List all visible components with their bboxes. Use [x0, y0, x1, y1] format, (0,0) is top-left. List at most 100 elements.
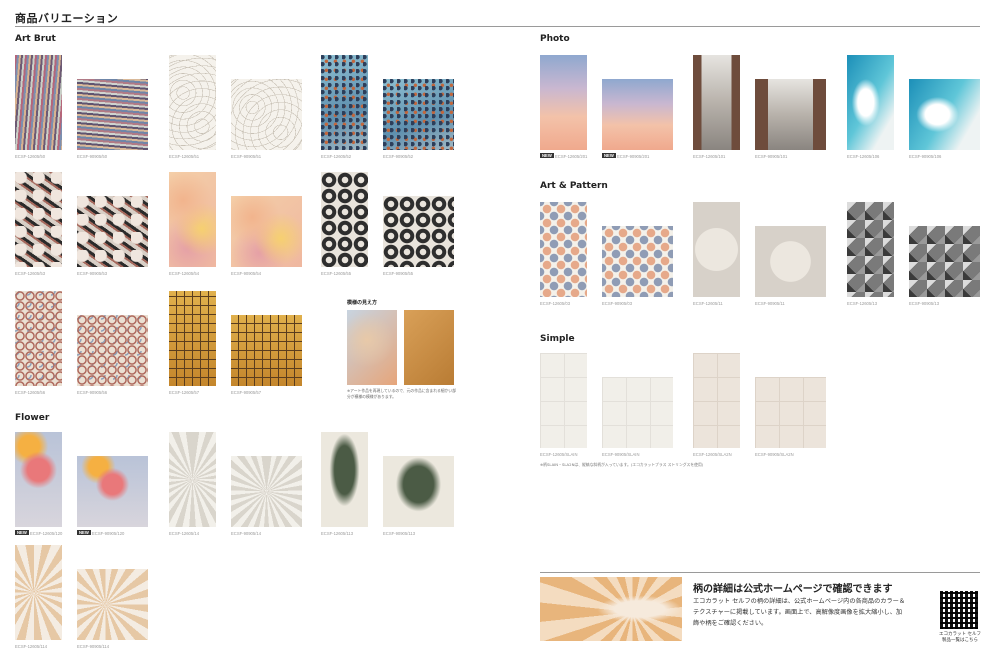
swatch-square[interactable] [383, 456, 454, 527]
simple-note: ※柄SLAIN・SLA2Nは、縦縞な斜柄が入っています。(エコカラットプラス ス… [540, 462, 704, 467]
swatch-square[interactable] [77, 196, 148, 267]
product-code: ECSF-12605/201 [555, 154, 588, 159]
swatch-tall[interactable] [847, 202, 894, 297]
new-badge: NEW [540, 153, 554, 158]
title-divider [15, 26, 980, 27]
swatch-tall[interactable] [169, 291, 216, 386]
swatch-square[interactable] [602, 226, 673, 297]
product-code: ECSF-90905/113 [383, 531, 416, 536]
product-code: ECSF-12605/51 [169, 154, 200, 159]
product-code: ECSF-12605/50 [15, 154, 46, 159]
product-code: ECSF-12605/106 [847, 154, 880, 159]
swatch-square[interactable] [602, 377, 673, 448]
swatch-square[interactable] [383, 196, 454, 267]
swatch-square[interactable] [383, 79, 454, 150]
qr-caption: エコカラット セルフ 製品一覧はこちら [934, 632, 986, 644]
product-code: ECSF-90905/50 [77, 154, 108, 159]
product-code: ECSF-12605/SLA2N [693, 452, 732, 457]
section-title-art-brut: Art Brut [15, 34, 56, 44]
swatch-square[interactable] [755, 226, 826, 297]
product-code: ECSF-12605/14 [169, 531, 200, 536]
swatch-tall[interactable] [540, 55, 587, 150]
note-text: ※アート作品を再現しているので、元の作品に含まれる細かい部分が模様の模様がありま… [347, 388, 456, 399]
product-code: ECSF-12605/52 [321, 154, 352, 159]
swatch-tall[interactable] [15, 172, 62, 267]
new-badge: NEW [602, 153, 616, 158]
swatch-square[interactable] [231, 79, 302, 150]
note-sample-image [404, 310, 454, 385]
section-title-photo: Photo [540, 34, 570, 44]
cta-divider [540, 572, 980, 573]
product-code: ECSF-12605/53 [15, 271, 46, 276]
product-code: ECSF-12605/114 [15, 644, 48, 649]
swatch-tall[interactable] [169, 172, 216, 267]
product-code: ECSF-90905/106 [909, 154, 942, 159]
swatch-tall[interactable] [321, 172, 368, 267]
product-code: ECSF-90905/52 [383, 154, 414, 159]
product-code: ECSF-12605/113 [321, 531, 354, 536]
swatch-tall[interactable] [540, 353, 587, 448]
product-code: ECSF-90905/51 [231, 154, 262, 159]
qr-caption-line: 製品一覧はこちら [942, 638, 978, 643]
swatch-tall[interactable] [15, 545, 62, 640]
product-code: ECSF-90905/14 [231, 531, 262, 536]
swatch-square[interactable] [77, 456, 148, 527]
swatch-square[interactable] [77, 315, 148, 386]
swatch-tall[interactable] [321, 432, 368, 527]
swatch-square[interactable] [909, 226, 980, 297]
product-code: ECSF-90905/SLA2N [755, 452, 794, 457]
swatch-square[interactable] [602, 79, 673, 150]
product-code: ECSF-12605/57 [169, 390, 200, 395]
cta-body: エコカラット セルフの柄の詳細は、公式ホームページ内の各商品のカラー＆テクスチャ… [693, 598, 906, 627]
swatch-square[interactable] [755, 79, 826, 150]
page-title: 商品バリエーション [15, 12, 119, 25]
note-sample-image [347, 310, 397, 385]
swatch-square[interactable] [231, 456, 302, 527]
swatch-square[interactable] [231, 315, 302, 386]
product-code: ECSF-12605/SLAIN [540, 452, 578, 457]
product-code: ECSF-90905/55 [383, 271, 414, 276]
swatch-tall[interactable] [15, 291, 62, 386]
product-code: ECSF-12605/56 [15, 390, 46, 395]
section-title-simple: Simple [540, 334, 575, 344]
product-code: ECSF-12605/101 [693, 154, 726, 159]
product-code: ECSF-90905/13 [909, 301, 940, 306]
product-code: ECSF-90905/201 [617, 154, 650, 159]
product-code: ECSF-12605/54 [169, 271, 200, 276]
product-code: ECSF-12605/120 [30, 531, 63, 536]
product-code: ECSF-90905/101 [755, 154, 788, 159]
product-code: ECSF-12605/55 [321, 271, 352, 276]
new-badge: NEW [77, 530, 91, 535]
note-title: 模様の見え方 [347, 300, 378, 306]
cta-image [540, 577, 682, 641]
swatch-tall[interactable] [540, 202, 587, 297]
swatch-square[interactable] [755, 377, 826, 448]
product-code: ECSF-90905/SLAIN [602, 452, 640, 457]
swatch-tall[interactable] [847, 55, 894, 150]
product-code: ECSF-90905/11 [755, 301, 785, 306]
swatch-tall[interactable] [693, 55, 740, 150]
product-code: ECSF-90905/53 [77, 271, 108, 276]
swatch-tall[interactable] [169, 432, 216, 527]
new-badge: NEW [15, 530, 29, 535]
product-code: ECSF-90905/56 [77, 390, 108, 395]
product-code: ECSF-90905/54 [231, 271, 262, 276]
swatch-tall[interactable] [693, 202, 740, 297]
swatch-tall[interactable] [15, 55, 62, 150]
cta-title: 柄の詳細は公式ホームページで確認できます [693, 584, 893, 595]
section-title-art-pattern: Art & Pattern [540, 181, 608, 191]
swatch-tall[interactable] [15, 432, 62, 527]
swatch-tall[interactable] [321, 55, 368, 150]
product-code: ECSF-90905/114 [77, 644, 110, 649]
swatch-square[interactable] [77, 569, 148, 640]
swatch-square[interactable] [77, 79, 148, 150]
product-code: ECSF-90905/120 [92, 531, 125, 536]
swatch-square[interactable] [231, 196, 302, 267]
product-code: ECSF-12605/11 [693, 301, 723, 306]
qr-code-icon[interactable] [940, 591, 978, 629]
swatch-tall[interactable] [169, 55, 216, 150]
product-code: ECSF-90905/57 [231, 390, 262, 395]
swatch-tall[interactable] [693, 353, 740, 448]
product-code: ECSF-90905/03 [602, 301, 633, 306]
swatch-square[interactable] [909, 79, 980, 150]
